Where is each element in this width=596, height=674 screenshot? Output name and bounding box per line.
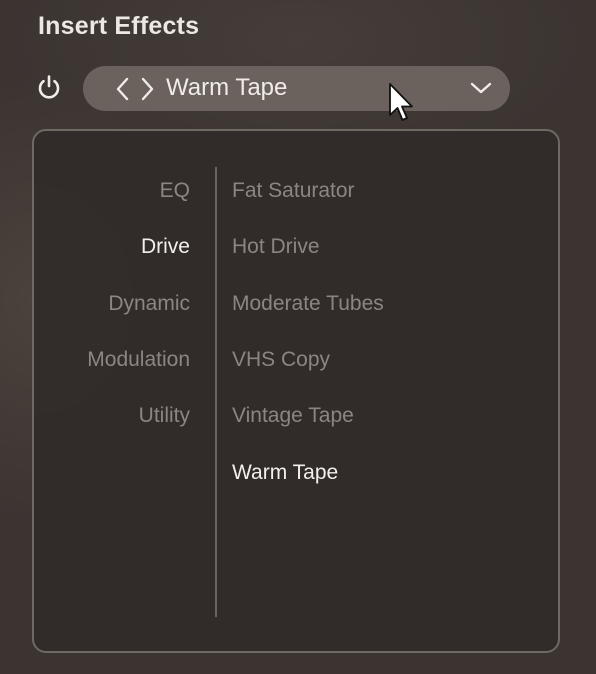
category-item-modulation[interactable]: Modulation	[87, 348, 190, 372]
chevron-down-icon[interactable]	[469, 78, 493, 98]
preset-item-hot-drive[interactable]: Hot Drive	[232, 235, 320, 259]
preset-item-vintage-tape[interactable]: Vintage Tape	[232, 404, 354, 428]
preset-item-moderate-tubes[interactable]: Moderate Tubes	[232, 292, 384, 316]
preset-selector[interactable]: Warm Tape	[83, 66, 510, 111]
section-title: Insert Effects	[38, 12, 200, 40]
category-item-eq[interactable]: EQ	[160, 179, 190, 203]
category-item-drive[interactable]: Drive	[141, 235, 190, 259]
category-item-utility[interactable]: Utility	[139, 404, 190, 428]
preset-dropdown-panel	[32, 129, 560, 653]
preset-item-fat-saturator[interactable]: Fat Saturator	[232, 179, 355, 203]
power-icon[interactable]	[34, 72, 64, 102]
chevron-left-icon[interactable]	[113, 76, 133, 102]
preset-item-warm-tape[interactable]: Warm Tape	[232, 461, 338, 485]
chevron-right-icon[interactable]	[137, 76, 157, 102]
preset-item-vhs-copy[interactable]: VHS Copy	[232, 348, 330, 372]
selected-preset-label: Warm Tape	[166, 74, 288, 101]
column-divider	[215, 167, 217, 617]
category-item-dynamic[interactable]: Dynamic	[108, 292, 190, 316]
mouse-cursor-icon	[388, 82, 416, 124]
